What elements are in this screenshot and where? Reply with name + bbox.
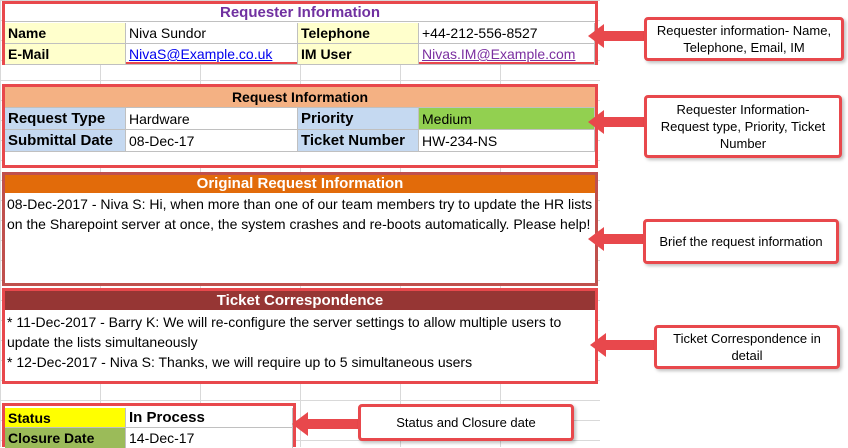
arrow-2-icon	[588, 110, 646, 134]
callout-request-info: Requester Information- Request type, Pri…	[644, 95, 842, 158]
submittal-date-label: Submittal Date	[5, 130, 126, 152]
submittal-date-value[interactable]: 08-Dec-17	[126, 130, 298, 152]
callout-requester-info: Requester information- Name, Telephone, …	[644, 17, 844, 61]
telephone-value[interactable]: +44-212-556-8527	[419, 23, 595, 44]
requester-section: Requester Information Name Niva Sundor T…	[2, 1, 598, 65]
correspondence-line-2[interactable]: * 12-Dec-2017 - Niva S: Thanks, we will …	[7, 352, 593, 372]
status-label: Status	[5, 408, 126, 428]
original-request-section: Original Request Information 08-Dec-2017…	[2, 172, 598, 286]
callout-correspondence: Ticket Correspondence in detail	[654, 325, 840, 369]
request-type-value[interactable]: Hardware	[126, 108, 298, 130]
im-link[interactable]: Nivas.IM@Example.com	[419, 44, 595, 65]
im-label: IM User	[298, 44, 419, 65]
callout-brief-request: Brief the request information	[643, 219, 839, 264]
correspondence-line-1[interactable]: * 11-Dec-2017 - Barry K: We will re-conf…	[7, 312, 593, 352]
email-label: E-Mail	[5, 44, 126, 65]
original-request-text[interactable]: 08-Dec-2017 - Niva S: Hi, when more than…	[7, 194, 593, 234]
request-section: Request Information Request Type Hardwar…	[2, 84, 598, 168]
request-type-label: Request Type	[5, 108, 126, 130]
ticket-number-value[interactable]: HW-234-NS	[419, 130, 595, 152]
callout-status: Status and Closure date	[358, 404, 574, 441]
ticket-number-label: Ticket Number	[298, 130, 419, 152]
ticket-correspondence-section: Ticket Correspondence * 11-Dec-2017 - Ba…	[2, 288, 598, 384]
request-title: Request Information	[5, 87, 595, 108]
email-link[interactable]: NivaS@Example.co.uk	[126, 44, 298, 65]
closure-date-value[interactable]: 14-Dec-17	[126, 428, 293, 448]
arrow-5-icon	[292, 412, 358, 436]
name-value[interactable]: Niva Sundor	[126, 23, 298, 44]
arrow-1-icon	[588, 24, 644, 48]
arrow-3-icon	[588, 227, 644, 251]
status-value[interactable]: In Process	[126, 408, 293, 428]
requester-title: Requester Information	[5, 4, 595, 22]
closure-date-label: Closure Date	[5, 428, 126, 448]
name-label: Name	[5, 23, 126, 44]
priority-value[interactable]: Medium	[419, 108, 595, 130]
arrow-4-icon	[590, 333, 654, 357]
telephone-label: Telephone	[298, 23, 419, 44]
status-section: Status In Process Closure Date 14-Dec-17	[2, 403, 296, 448]
ticket-correspondence-title: Ticket Correspondence	[5, 291, 595, 310]
original-request-title: Original Request Information	[5, 175, 595, 193]
priority-label: Priority	[298, 108, 419, 130]
